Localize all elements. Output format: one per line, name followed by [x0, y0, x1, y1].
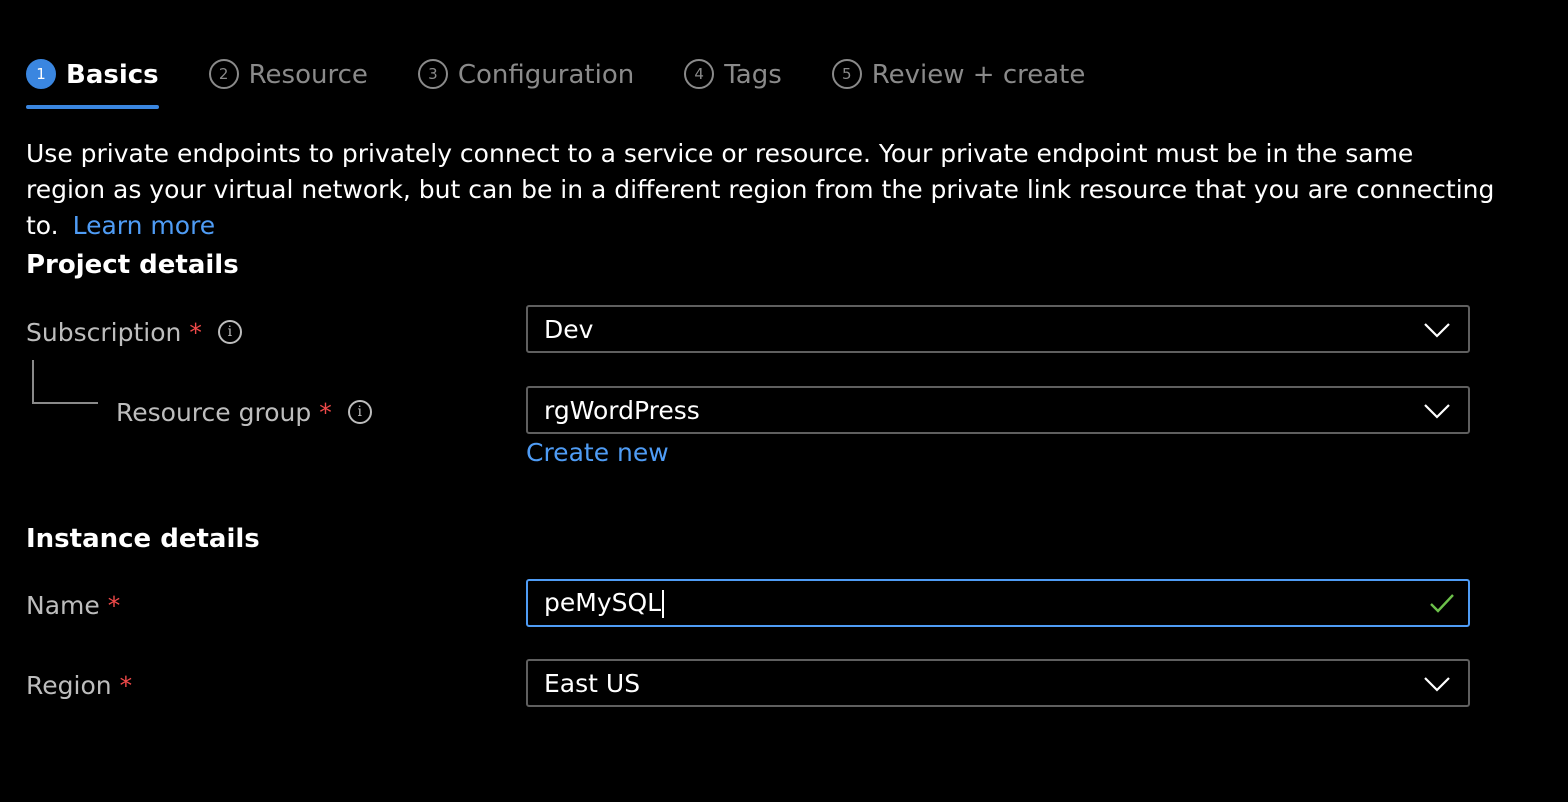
text-cursor [662, 590, 665, 618]
tab-tags-label: Tags [724, 60, 782, 90]
name-label-text: Name [26, 590, 100, 620]
name-input[interactable]: peMySQL [526, 579, 1470, 627]
step-number-1: 1 [26, 59, 56, 89]
required-marker: * [107, 590, 121, 620]
step-number-4: 4 [684, 59, 715, 89]
tab-tags[interactable]: 4 Tags [684, 52, 782, 98]
name-input-value: peMySQL [544, 588, 1428, 618]
required-marker: * [189, 317, 202, 347]
tab-review-create[interactable]: 5 Review + create [831, 52, 1086, 98]
checkmark-icon [1430, 594, 1454, 613]
project-details-heading: Project details [26, 250, 239, 280]
tab-review-create-label: Review + create [871, 60, 1086, 90]
resource-group-label-text: Resource group [116, 397, 312, 427]
info-icon[interactable]: i [217, 320, 242, 344]
step-number-5: 5 [831, 59, 862, 89]
required-marker: * [119, 670, 133, 700]
chevron-down-icon [1424, 404, 1450, 419]
create-new-resource-group-link[interactable]: Create new [526, 438, 669, 467]
step-number-2: 2 [208, 59, 239, 89]
region-select[interactable]: East US [526, 659, 1470, 707]
region-label-text: Region [26, 670, 112, 700]
required-marker: * [319, 397, 332, 427]
tab-resource-label: Resource [248, 60, 368, 90]
subscription-select[interactable]: Dev [526, 305, 1470, 353]
step-number-3: 3 [417, 59, 448, 89]
tree-connector-line [32, 360, 98, 404]
create-private-endpoint-page: 1 Basics 2 Resource 3 Configuration 4 Ta… [0, 0, 1568, 802]
subscription-label-text: Subscription [26, 317, 182, 347]
page-description: Use private endpoints to privately conne… [26, 136, 1496, 244]
subscription-value: Dev [544, 314, 594, 344]
info-icon[interactable]: i [347, 400, 372, 424]
instance-details-heading: Instance details [26, 524, 260, 554]
tab-basics[interactable]: 1 Basics [26, 52, 159, 109]
wizard-steps: 1 Basics 2 Resource 3 Configuration 4 Ta… [26, 52, 1135, 112]
tab-basics-label: Basics [66, 60, 159, 90]
chevron-down-icon [1424, 677, 1450, 692]
description-text: Use private endpoints to privately conne… [26, 139, 1495, 240]
tab-resource[interactable]: 2 Resource [208, 52, 368, 98]
subscription-label: Subscription * i [26, 314, 242, 350]
region-value: East US [544, 668, 641, 698]
tab-configuration[interactable]: 3 Configuration [417, 52, 635, 98]
resource-group-select[interactable]: rgWordPress [526, 386, 1470, 434]
name-label: Name * [26, 587, 120, 623]
tab-configuration-label: Configuration [457, 60, 635, 90]
resource-group-label: Resource group * i [116, 394, 372, 430]
learn-more-link[interactable]: Learn more [73, 211, 216, 240]
resource-group-value: rgWordPress [544, 395, 700, 425]
name-value: peMySQL [544, 588, 662, 617]
chevron-down-icon [1424, 323, 1450, 338]
region-label: Region * [26, 667, 132, 703]
